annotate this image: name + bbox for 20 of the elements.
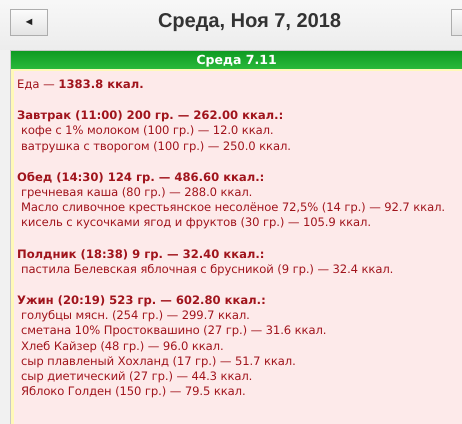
food-entry: Хлеб Кайзер (48 гр.) — 96.0 ккал. [20, 338, 225, 354]
food-entry: сыр диетический (27 гр.) — 44.3 ккал. [20, 369, 254, 384]
meal-title: Полдник (18:38) 9 гр. — 32.40 ккал.: [17, 246, 266, 262]
food-entry: ватрушка с творогом (100 гр.) — 250.0 ккал. [20, 138, 292, 154]
food-entry: сметана 10% Простоквашино (27 гр.) — 31.6 ккал. [20, 323, 328, 339]
food-total: Еда — 1383.8 ккал. [17, 77, 145, 92]
previous-button[interactable]: ◄ [10, 8, 48, 36]
food-entry: Масло сливочное крестьянское несолёное 72,5% (14 гр.) — 92.7 ккал. [20, 200, 446, 216]
food-entry: кисель с кусочками ягод и фруктов (30 гр.) — 105.9 ккал. [20, 215, 372, 231]
day-header: Среда 7.11 [11, 50, 462, 69]
food-entry: Яблоко Голден (150 гр.) — 79.5 ккал. [20, 384, 247, 400]
meal-title: Обед (14:30) 124 гр. — 486.60 ккал.: [17, 170, 266, 186]
food-entry: пастила Белевская яблочная с брусникой (9 гр.) — 32.4 ккал. [20, 262, 394, 278]
food-entry: голубцы мясн. (254 гр.) — 299.7 ккал. [20, 308, 251, 324]
food-entry: кофе с 1% молоком (100 гр.) — 12.0 ккал. [20, 123, 275, 139]
food-entry: гречневая каша (80 гр.) — 288.0 ккал. [20, 185, 254, 200]
meal-title: Завтрак (11:00) 200 гр. — 262.00 ккал.: [17, 108, 284, 124]
food-entry: сыр плавленый Хохланд (17 гр.) — 51.7 ккал. [20, 354, 297, 370]
meal-title: Ужин (20:19) 523 гр. — 602.80 ккал.: [17, 293, 267, 308]
date-title: Среда, Ноя 7, 2018 [156, 10, 342, 32]
